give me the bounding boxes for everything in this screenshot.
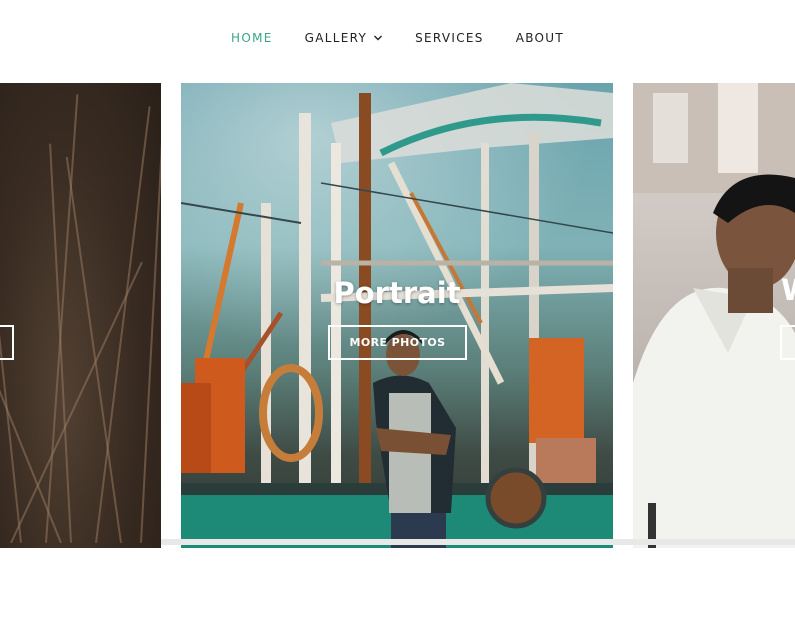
- nav-gallery[interactable]: GALLERY: [305, 31, 383, 45]
- nav-about[interactable]: ABOUT: [516, 31, 564, 45]
- slider-scrollbar[interactable]: [161, 539, 795, 545]
- man-illustration: [633, 83, 795, 548]
- nav-services-label: SERVICES: [415, 31, 484, 45]
- grass-blade: [140, 113, 161, 544]
- slide-grass[interactable]: [0, 83, 161, 548]
- slide-wedding[interactable]: W: [633, 83, 795, 548]
- nav-home[interactable]: HOME: [231, 31, 273, 45]
- main-nav: HOME GALLERY SERVICES ABOUT: [0, 28, 795, 48]
- slide-right-caption: W: [781, 273, 795, 307]
- grass-blade: [65, 156, 122, 544]
- boat-illustration: [181, 83, 613, 548]
- slide-caption: Portrait: [333, 276, 461, 310]
- nav-about-label: ABOUT: [515, 31, 564, 45]
- slide-portrait[interactable]: Portrait MORE PHOTOS: [181, 83, 613, 548]
- nav-gallery-label: GALLERY: [304, 31, 368, 45]
- page: HOME GALLERY SERVICES ABOUT Portrait MOR…: [0, 0, 795, 636]
- chevron-down-icon: [374, 35, 383, 41]
- grass-blade: [10, 261, 143, 544]
- slide-left-button[interactable]: [0, 325, 14, 360]
- more-photos-button[interactable]: MORE PHOTOS: [328, 325, 467, 360]
- nav-services[interactable]: SERVICES: [415, 31, 484, 45]
- nav-home-label: HOME: [231, 31, 273, 45]
- grass-blade: [95, 106, 151, 544]
- slide-right-button[interactable]: [780, 325, 795, 360]
- gallery-slider[interactable]: Portrait MORE PHOTOS W: [0, 83, 795, 548]
